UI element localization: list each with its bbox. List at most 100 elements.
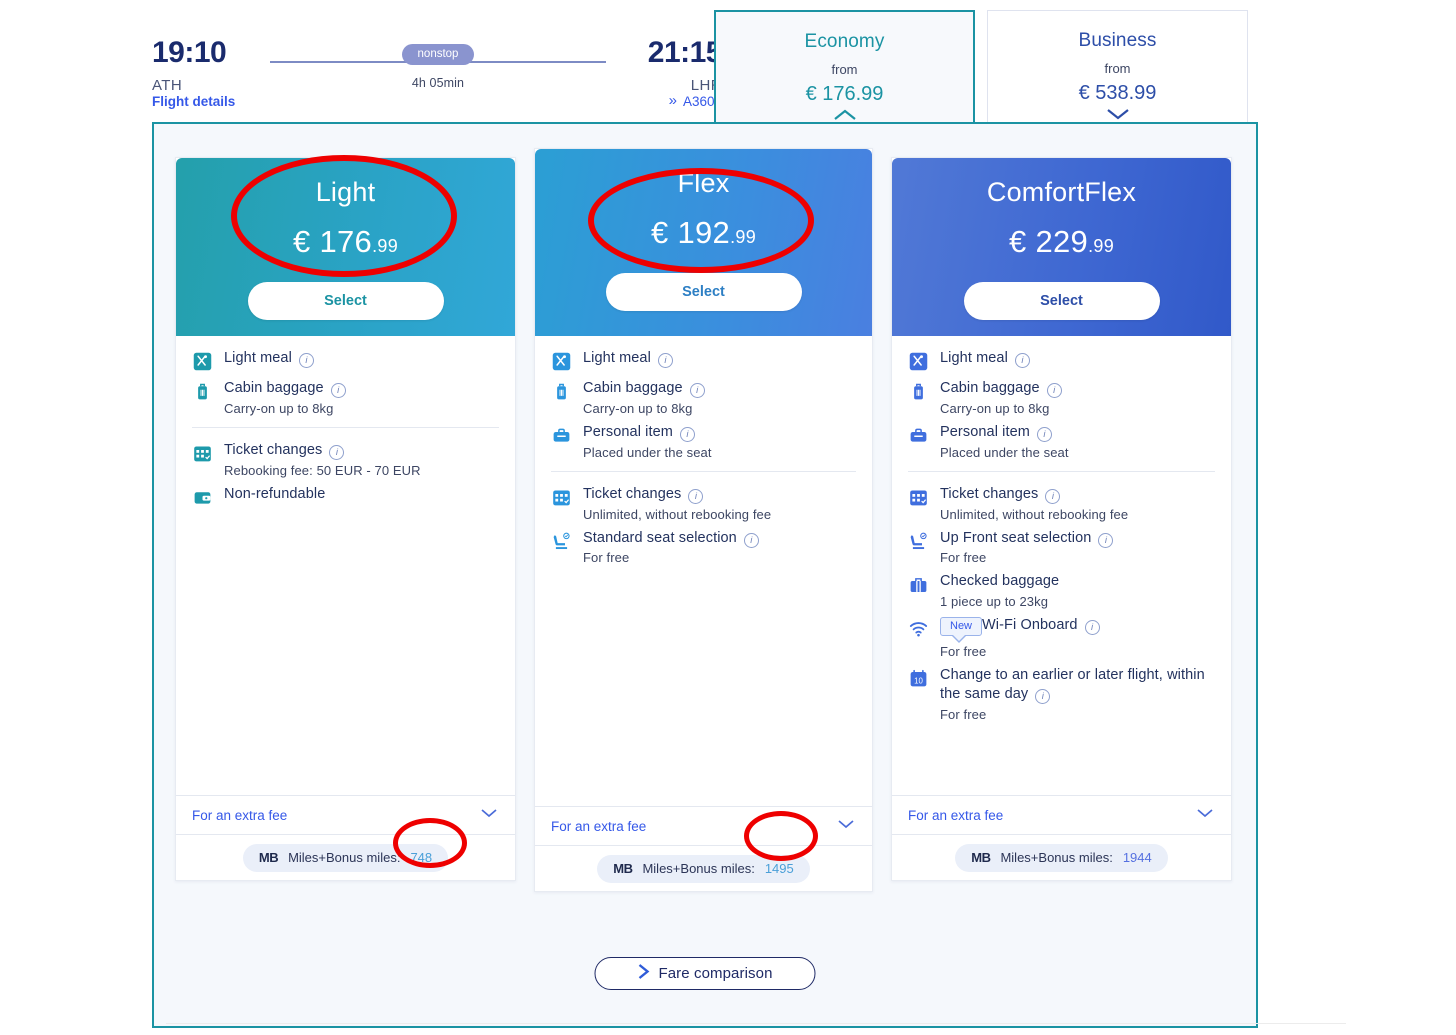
select-button-light[interactable]: Select — [247, 282, 444, 320]
feature-group-divider — [908, 470, 1215, 472]
feature-text: Cabin baggage i Carry-on up to 8kg — [583, 379, 856, 416]
info-icon[interactable]: i — [689, 383, 705, 398]
feature-text: New Wi-Fi Onboard i For free — [940, 616, 1215, 659]
stops-badge: nonstop — [401, 44, 475, 65]
airline-logo-icon: » — [668, 92, 677, 109]
tab-business-from: from — [1104, 61, 1131, 76]
info-icon[interactable]: i — [1014, 353, 1030, 368]
seat-icon — [908, 531, 929, 552]
info-icon[interactable]: i — [743, 532, 759, 548]
fare-name: Light — [315, 177, 376, 207]
chevron-down-icon[interactable] — [836, 817, 856, 835]
extra-fee-toggle-comfortflex[interactable]: For an extra fee — [892, 795, 1231, 834]
miles-bonus-pill[interactable]: MΒ Miles+Bonus miles: 1944 — [955, 843, 1168, 872]
feature-title: Ticket changes — [583, 485, 682, 502]
info-icon[interactable]: i — [1098, 532, 1114, 548]
select-button-flex[interactable]: Select — [605, 273, 802, 311]
fare-cents: .99 — [1088, 236, 1115, 256]
luggage-icon — [908, 381, 929, 402]
chevron-up-icon[interactable] — [716, 108, 973, 122]
fare-amount: 229 — [1035, 224, 1089, 259]
new-badge: New — [940, 617, 983, 644]
route-bar: nonstop 4h 05min — [270, 44, 606, 90]
feature-subtitle: Carry-on up to 8kg — [583, 400, 693, 416]
feature-group-divider — [551, 470, 856, 472]
feature-text: Cabin baggage i Carry-on up to 8kg — [224, 379, 499, 416]
feature-title: Personal item — [940, 423, 1030, 440]
fare-amount: 176 — [319, 224, 373, 259]
calendar-day-icon: 10 — [908, 668, 929, 689]
info-icon[interactable]: i — [657, 353, 673, 368]
extra-fee-toggle-light[interactable]: For an extra fee — [176, 795, 515, 834]
miles-bonus-bar-light: MΒ Miles+Bonus miles: 748 — [176, 834, 515, 880]
chevron-down-icon[interactable] — [988, 107, 1247, 121]
briefcase-icon — [551, 425, 572, 446]
feature-text: Ticket changes i Rebooking fee: 50 EUR - 7… — [224, 441, 499, 478]
tab-economy[interactable]: Economy from € 176.99 — [714, 10, 975, 123]
miles-bonus-bar-comfortflex: MΒ Miles+Bonus miles: 1944 — [892, 834, 1231, 880]
feature-title: Personal item — [583, 423, 673, 440]
miles-bonus-pill[interactable]: MΒ Miles+Bonus miles: 1495 — [597, 854, 810, 883]
info-icon[interactable]: i — [1045, 488, 1061, 504]
feature-text: Change to an earlier or later flight, wi… — [940, 666, 1215, 722]
info-icon[interactable]: i — [679, 426, 695, 442]
fare-price: € 176.99 — [176, 224, 515, 260]
tab-business[interactable]: Business from € 538.99 — [987, 10, 1248, 123]
extra-fee-label: For an extra fee — [192, 807, 288, 823]
fare-card-header-comfortflex: ComfortFlex € 229.99 Select — [892, 158, 1231, 336]
feature-text: Ticket changes i Unlimited, without rebook… — [583, 485, 856, 522]
fare-card-header-flex: Flex € 192.99 Select — [535, 149, 872, 336]
fare-comparison-button[interactable]: Fare comparison — [594, 957, 816, 990]
arrival-airport: LHR — [690, 77, 722, 94]
feature-text: Light meal i — [583, 349, 856, 368]
seat-icon — [551, 531, 572, 552]
miles-bonus-label: Miles+Bonus miles: — [288, 850, 401, 865]
miles-bonus-pill[interactable]: MΒ Miles+Bonus miles: 748 — [242, 843, 449, 872]
feature-title: Standard seat selection — [583, 529, 737, 546]
feature-text: Cabin baggage i Carry-on up to 8kg — [940, 379, 1215, 416]
info-icon[interactable]: i — [330, 383, 346, 398]
miles-bonus-value: 1944 — [1122, 850, 1152, 865]
feature-title: Up Front seat selection — [940, 529, 1092, 546]
feature-row: Light meal i — [192, 349, 499, 372]
luggage-icon — [551, 381, 572, 402]
chevron-down-icon[interactable] — [1195, 806, 1215, 824]
chevron-down-icon[interactable] — [479, 806, 499, 824]
departure-airport: ATH — [152, 77, 183, 94]
feature-subtitle: Unlimited, without rebooking fee — [940, 506, 1129, 522]
feature-subtitle: For free — [940, 706, 987, 722]
info-icon[interactable]: i — [1035, 689, 1051, 705]
feature-subtitle: Carry-on up to 8kg — [224, 400, 334, 416]
info-icon[interactable]: i — [1084, 620, 1100, 636]
feature-row: Checked baggage 1 piece up to 23kg — [908, 572, 1215, 609]
feature-text: Personal item i Placed under the seat — [940, 423, 1215, 460]
feature-row: Ticket changes i Unlimited, without rebook… — [908, 485, 1215, 522]
feature-title: Light meal — [224, 350, 292, 366]
feature-text: Light meal i — [940, 349, 1215, 368]
info-icon[interactable]: i — [688, 488, 704, 504]
feature-title: Light meal — [583, 350, 651, 366]
meal-icon — [908, 351, 929, 372]
select-button-comfortflex[interactable]: Select — [963, 282, 1160, 320]
info-icon[interactable]: i — [1046, 383, 1062, 398]
extra-fee-toggle-flex[interactable]: For an extra fee — [535, 806, 872, 845]
meal-icon — [551, 351, 572, 372]
feature-row: Light meal i — [908, 349, 1215, 372]
info-icon[interactable]: i — [1036, 426, 1052, 442]
feature-text: Up Front seat selection i For free — [940, 529, 1215, 565]
feature-row: Light meal i — [551, 349, 856, 372]
calendar-changes-icon — [908, 487, 929, 508]
info-icon[interactable]: i — [298, 353, 314, 368]
svg-text:10: 10 — [914, 677, 923, 686]
fare-name: ComfortFlex — [986, 177, 1137, 207]
feature-text: Standard seat selection i For free — [583, 529, 856, 565]
feature-row: Ticket changes i Rebooking fee: 50 EUR - 7… — [192, 441, 499, 478]
info-icon[interactable]: i — [329, 444, 345, 460]
feature-row: Cabin baggage i Carry-on up to 8kg — [551, 379, 856, 416]
fare-cents: .99 — [372, 236, 399, 256]
flight-duration: 4h 05min — [411, 76, 465, 90]
fare-comparison-label: Fare comparison — [658, 965, 773, 982]
feature-row: Cabin baggage i Carry-on up to 8kg — [192, 379, 499, 416]
flight-details-link[interactable]: Flight details — [152, 94, 235, 109]
economy-fares-panel: Light € 176.99 Select Light meal i Cabin bagg… — [152, 122, 1258, 1028]
